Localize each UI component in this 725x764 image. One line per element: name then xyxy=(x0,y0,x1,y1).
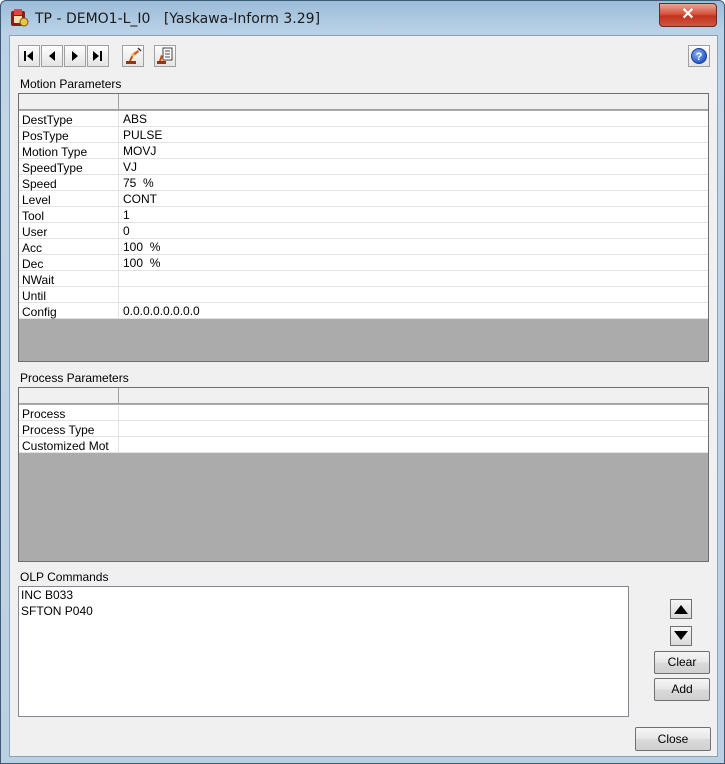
parameter-value[interactable]: VJ xyxy=(120,159,137,175)
next-record-button[interactable] xyxy=(64,45,86,67)
parameter-row[interactable]: NWait xyxy=(19,271,708,287)
parameter-name: Level xyxy=(19,191,119,207)
parameter-name: Motion Type xyxy=(19,143,119,159)
parameter-value[interactable]: MOVJ xyxy=(120,143,156,159)
grid-header-cell xyxy=(19,94,119,109)
parameter-value[interactable]: 100 % xyxy=(120,255,160,271)
title-bar[interactable]: TP - DEMO1-L_I0 [Yaskawa-Inform 3.29] ✕ xyxy=(1,1,724,35)
parameter-name: DestType xyxy=(19,111,119,127)
parameter-name: Dec xyxy=(19,255,119,271)
parameter-row[interactable]: Level CONT xyxy=(19,191,708,207)
parameter-value[interactable] xyxy=(120,271,123,287)
grid-header xyxy=(19,94,708,110)
parameter-row[interactable]: Process xyxy=(19,405,708,421)
skip-last-icon xyxy=(93,51,102,61)
parameter-name: User xyxy=(19,223,119,239)
add-button[interactable]: Add xyxy=(654,678,710,701)
parameter-row[interactable]: Motion Type MOVJ xyxy=(19,143,708,159)
parameter-row[interactable]: Tool 1 xyxy=(19,207,708,223)
motion-parameters-label: Motion Parameters xyxy=(20,77,122,91)
parameter-row[interactable]: User 0 xyxy=(19,223,708,239)
olp-command-line[interactable]: INC B033 xyxy=(21,588,73,602)
parameter-name: Customized Mot xyxy=(19,437,119,453)
help-button[interactable]: ? xyxy=(688,45,710,67)
parameter-name: Process xyxy=(19,405,119,421)
parameter-name: NWait xyxy=(19,271,119,287)
robot-program-button[interactable] xyxy=(154,45,176,67)
parameter-row[interactable]: Acc 100 % xyxy=(19,239,708,255)
parameter-row[interactable]: Until xyxy=(19,287,708,303)
robot-arm-icon xyxy=(126,47,142,64)
parameter-name: Process Type xyxy=(19,421,119,437)
close-button[interactable]: Close xyxy=(635,727,711,751)
window-close-button[interactable]: ✕ xyxy=(659,3,717,27)
parameter-value[interactable] xyxy=(120,287,123,303)
parameter-name: Tool xyxy=(19,207,119,223)
parameter-name: Until xyxy=(19,287,119,303)
previous-record-button[interactable] xyxy=(41,45,63,67)
tp-window: TP - DEMO1-L_I0 [Yaskawa-Inform 3.29] ✕ xyxy=(0,0,725,764)
parameter-name: SpeedType xyxy=(19,159,119,175)
parameter-name: Speed xyxy=(19,175,119,191)
close-icon: ✕ xyxy=(681,6,695,23)
parameter-value[interactable]: 0.0.0.0.0.0.0.0 xyxy=(120,303,200,319)
grid-header-cell xyxy=(19,388,119,403)
parameter-row[interactable]: Customized Mot xyxy=(19,437,708,453)
first-record-button[interactable] xyxy=(18,45,40,67)
parameter-row[interactable]: Process Type xyxy=(19,421,708,437)
skip-first-icon xyxy=(24,51,33,61)
dialog-client-area: ? Motion Parameters DestType ABS PosType PU… xyxy=(9,35,718,757)
parameter-value[interactable]: 1 xyxy=(120,207,130,223)
olp-commands-list[interactable]: INC B033 SFTON P040 xyxy=(18,586,629,717)
step-forward-icon xyxy=(72,51,78,61)
parameter-value[interactable]: PULSE xyxy=(120,127,162,143)
olp-command-line[interactable]: SFTON P040 xyxy=(21,604,93,618)
robot-program-icon xyxy=(157,47,173,64)
parameter-row[interactable]: Speed 75 % xyxy=(19,175,708,191)
process-parameters-grid: Process Process Type Customized Mot xyxy=(18,387,709,562)
parameter-value[interactable]: 75 % xyxy=(120,175,154,191)
parameter-row[interactable]: SpeedType VJ xyxy=(19,159,708,175)
parameter-name: Acc xyxy=(19,239,119,255)
parameter-value[interactable]: 0 xyxy=(120,223,130,239)
step-back-icon xyxy=(49,51,55,61)
move-down-button[interactable] xyxy=(670,626,692,646)
parameter-row[interactable]: DestType ABS xyxy=(19,111,708,127)
help-icon: ? xyxy=(691,48,707,64)
parameter-name: PosType xyxy=(19,127,119,143)
parameter-value[interactable] xyxy=(120,421,123,437)
parameter-row[interactable]: Config 0.0.0.0.0.0.0.0 xyxy=(19,303,708,319)
parameter-value[interactable] xyxy=(120,405,123,421)
parameter-value[interactable]: ABS xyxy=(120,111,147,127)
parameter-value[interactable] xyxy=(120,437,123,453)
arrow-up-icon xyxy=(674,605,688,614)
parameter-value[interactable]: 100 % xyxy=(120,239,160,255)
parameter-row[interactable]: PosType PULSE xyxy=(19,127,708,143)
last-record-button[interactable] xyxy=(87,45,109,67)
parameter-name: Config xyxy=(19,303,119,319)
olp-commands-label: OLP Commands xyxy=(20,570,109,584)
process-parameters-label: Process Parameters xyxy=(20,371,129,385)
clear-button[interactable]: Clear xyxy=(654,651,710,674)
move-up-button[interactable] xyxy=(670,599,692,619)
window-title: TP - DEMO1-L_I0 [Yaskawa-Inform 3.29] xyxy=(35,11,321,27)
parameter-value[interactable]: CONT xyxy=(120,191,157,207)
motion-parameters-grid: DestType ABS PosType PULSE Motion Type MOVJ Sp… xyxy=(18,93,709,362)
arrow-down-icon xyxy=(674,631,688,640)
grid-header xyxy=(19,388,708,404)
app-icon xyxy=(11,9,29,27)
parameter-row[interactable]: Dec 100 % xyxy=(19,255,708,271)
robot-teach-button[interactable] xyxy=(122,45,144,67)
